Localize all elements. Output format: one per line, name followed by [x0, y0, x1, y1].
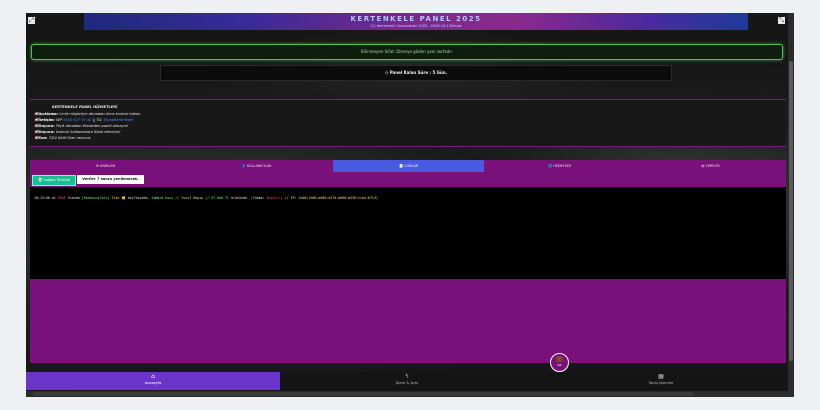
sell-fab-button[interactable]: 💼 Sat	[550, 353, 569, 372]
nav-toplu-islemler[interactable]: ▦ Toplu İşlemler	[534, 372, 788, 390]
trash-icon: 🗑	[37, 178, 43, 182]
globe-icon: 🌐	[547, 164, 553, 168]
log-console: 18:15:00 at PAGE Scanda [Kodsonuçları] İ…	[30, 187, 786, 279]
panel-time-text: ◷ Panel Kalan Süre : 5 Gün.	[384, 70, 448, 75]
scrollbar-thumb[interactable]	[789, 61, 793, 361]
horizontal-scrollbar[interactable]	[26, 391, 788, 397]
log-toolbar: 🗑 Logları Temizle Veriler 7 sonra yenile…	[30, 172, 786, 187]
tab-kullanicilar[interactable]: 👤 KULLANICILAR	[181, 160, 332, 172]
doc-icon: ▤	[701, 164, 705, 168]
banner-subtitle: (C) Kertenkele Corporation 2025 - 2026 v…	[370, 24, 462, 28]
bolt-icon: ϟ	[405, 373, 409, 380]
notice-text: Bilinmeyen Sıfat: Direnye göden yeni sor…	[361, 49, 453, 54]
vertical-scrollbar[interactable]	[788, 13, 794, 397]
services-line: 📢İletişim: WP 0552 627 97 50 || TG: @php…	[34, 118, 134, 122]
tab-loglar[interactable]: 📄 LOGLAR	[333, 160, 484, 172]
services-line: 📢Duyuru: Teyit atmadan Kimseden panel al…	[34, 124, 129, 128]
services-line: 📢Duyuru: İsminizi kullananlara itibar et…	[34, 130, 121, 134]
home-icon: ⌂	[151, 373, 155, 380]
clear-logs-button[interactable]: 🗑 Logları Temizle	[32, 175, 76, 186]
browser-window: KERTENKELE PANEL 2025 (C) Kertenkele Cor…	[26, 13, 794, 397]
refresh-countdown: Veriler 7 sonra yenilenecek.	[77, 175, 144, 184]
services-line: 📢Açıklama: Limit müşteriye atmadan önce …	[34, 112, 142, 116]
tab-hedefler[interactable]: 🌐 HEDEFLER	[484, 160, 635, 172]
gear-icon: ⚙	[95, 164, 99, 168]
services-info: KERTENKELE PANEL HİZMETLERİ 📢Açıklama: L…	[30, 99, 786, 147]
emoji-icon: 😊	[121, 196, 126, 200]
whatsapp-link[interactable]: 0552 627 97 50	[63, 118, 92, 122]
user-icon: 👤	[241, 164, 246, 168]
tab-veriler[interactable]: ▤ VERİLER	[635, 160, 786, 172]
nav-islem-ayar[interactable]: ϟ İşlem & Ayar	[280, 372, 534, 390]
h-scrollbar-thumb[interactable]	[33, 392, 693, 396]
tab-ayarlar[interactable]: ⚙ AYARLAR	[30, 160, 181, 172]
calc-icon: ▦	[658, 373, 664, 380]
notice-box: Bilinmeyen Sıfat: Direnye göden yeni sor…	[31, 44, 783, 60]
banner-title: KERTENKELE PANEL 2025	[350, 15, 482, 23]
telegram-link[interactable]: @phpKertenkele	[104, 118, 134, 122]
header-banner: KERTENKELE PANEL 2025 (C) Kertenkele Cor…	[84, 13, 748, 30]
services-line: 📢Son: 7/24 Aktif Olan mevcut.	[34, 136, 92, 140]
services-title: KERTENKELE PANEL HİZMETLERİ	[52, 105, 118, 109]
nav-anasayfa[interactable]: ⌂ Anasayfa	[26, 372, 280, 390]
fullscreen-icon[interactable]: ⤢	[28, 17, 35, 24]
log-entry: 18:15:00 at PAGE Scanda [Kodsonuçları] İ…	[34, 196, 378, 200]
briefcase-icon: 💼	[555, 356, 564, 363]
bottom-nav: ⌂ Anasayfa ϟ İşlem & Ayar ▦ Toplu İşleml…	[26, 372, 788, 390]
file-icon: 📄	[398, 164, 404, 168]
fullscreen-exit-icon[interactable]: ⤡	[778, 17, 785, 24]
tab-bar: ⚙ AYARLAR 👤 KULLANICILAR 📄 LOGLAR 🌐 HEDE…	[30, 160, 786, 172]
panel-time-box: ◷ Panel Kalan Süre : 5 Gün.	[160, 65, 672, 81]
content-area	[30, 279, 786, 363]
